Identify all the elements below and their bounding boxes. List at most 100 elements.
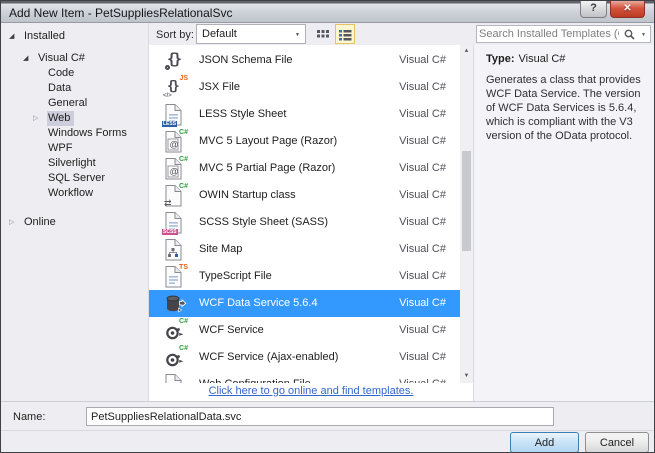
collapse-icon: ◢ <box>9 29 23 44</box>
tree-item-visual-c[interactable]: ◢Visual C# <box>1 51 148 66</box>
template-owin-startup-class[interactable]: ⇄C# OWIN Startup class Visual C# <box>149 182 460 209</box>
search-icon[interactable] <box>624 29 635 40</box>
template-json-schema-file[interactable]: {} JSON Schema File Visual C# <box>149 47 460 74</box>
expand-icon: ▷ <box>9 215 23 230</box>
tree-item-label: Online <box>23 215 60 230</box>
template-name: LESS Style Sheet <box>199 108 286 120</box>
tree-item-label: SQL Server <box>47 171 109 186</box>
tree-item-general[interactable]: General <box>1 96 148 111</box>
search-options-caret-icon[interactable]: ▼ <box>641 32 646 38</box>
scrollbar-thumb[interactable] <box>462 151 471 251</box>
template-name: WCF Service (Ajax-enabled) <box>199 351 338 363</box>
template-language: Visual C# <box>399 351 446 363</box>
sort-by-value: Default <box>202 28 237 40</box>
tree-item-label: Web <box>47 111 74 126</box>
tree-item-label: Code <box>47 66 78 81</box>
tree-item-label: Windows Forms <box>47 126 131 141</box>
sort-by-label: Sort by: <box>156 29 194 41</box>
description-pane: Type:Visual C# Generates a class that pr… <box>473 45 655 401</box>
type-value: Visual C# <box>519 53 566 65</box>
template-web-configuration-file[interactable]: Web Configuration FileVisual C# <box>149 371 460 383</box>
template-name: JSON Schema File <box>199 54 293 66</box>
list-view-button[interactable] <box>335 24 355 44</box>
template-wcf-service-ajax-enabled[interactable]: C#WCF Service (Ajax-enabled)Visual C# <box>149 344 460 371</box>
template-wcf-service[interactable]: C#WCF ServiceVisual C# <box>149 317 460 344</box>
template-language: Visual C# <box>399 189 446 201</box>
search-input[interactable] <box>479 27 619 41</box>
tree-item-label: General <box>47 96 91 111</box>
small-icons-view-button[interactable] <box>313 24 333 44</box>
template-language: Visual C# <box>399 54 446 66</box>
add-button[interactable]: Add <box>510 432 579 453</box>
scrollbar[interactable]: ▲ ▼ <box>460 45 473 383</box>
tree-item-code[interactable]: Code <box>1 66 148 81</box>
tree-item-label: Visual C# <box>37 51 89 66</box>
help-icon: ? <box>590 2 597 14</box>
tree-item-label: Data <box>47 81 75 96</box>
footer: Name: Add Cancel <box>1 401 654 452</box>
footer-divider <box>1 430 654 431</box>
window-title: Add New Item - PetSuppliesRelationalSvc <box>9 6 232 20</box>
help-button[interactable]: ? <box>580 1 607 18</box>
scroll-up-icon[interactable]: ▲ <box>460 45 473 58</box>
category-tree: ◢Installed◢Visual C#CodeDataGeneral▷WebW… <box>1 23 149 401</box>
less-icon: LESS <box>163 103 187 127</box>
tree-item-data[interactable]: Data <box>1 81 148 96</box>
tree-item-label: Silverlight <box>47 156 100 171</box>
close-button[interactable]: ✕ <box>610 1 645 18</box>
template-list-pane: {} JSON Schema File Visual C# {}JS</>JSX Fi… <box>149 45 473 401</box>
webconfig-icon <box>163 373 187 383</box>
collapse-icon: ◢ <box>23 51 37 66</box>
template-less-style-sheet[interactable]: LESS LESS Style Sheet Visual C# <box>149 101 460 128</box>
owin-icon: ⇄C# <box>163 184 187 208</box>
template-description: Generates a class that provides WCF Data… <box>486 73 646 143</box>
wcfdata-icon <box>163 292 187 316</box>
tree-item-online[interactable]: ▷Online <box>1 215 148 230</box>
tree-item-label: WPF <box>47 141 76 156</box>
chevron-down-icon: ▼ <box>295 32 300 38</box>
template-name: MVC 5 Partial Page (Razor) <box>199 162 335 174</box>
json-icon: {} <box>163 49 187 73</box>
cancel-button[interactable]: Cancel <box>585 432 649 453</box>
online-templates-link[interactable]: Click here to go online and find templat… <box>209 385 414 397</box>
template-mvc-5-layout-page-razor[interactable]: @C# MVC 5 Layout Page (Razor) Visual C# <box>149 128 460 155</box>
svg-text:@: @ <box>170 167 179 177</box>
template-wcf-data-service-5-6-4[interactable]: WCF Data Service 5.6.4 Visual C# <box>149 290 460 317</box>
template-jsx-file[interactable]: {}JS</>JSX FileVisual C# <box>149 74 460 101</box>
template-name: OWIN Startup class <box>199 189 296 201</box>
titlebar[interactable]: Add New Item - PetSuppliesRelationalSvc … <box>1 1 654 23</box>
template-site-map[interactable]: Site MapVisual C# <box>149 236 460 263</box>
template-scss-style-sheet-sass[interactable]: SCSSSCSS Style Sheet (SASS)Visual C# <box>149 209 460 236</box>
toolbar: Sort by: Default ▼ ▼ <box>149 23 654 45</box>
add-new-item-dialog: Add New Item - PetSuppliesRelationalSvc … <box>0 0 655 453</box>
template-name: MVC 5 Layout Page (Razor) <box>199 135 337 147</box>
tree-item-silverlight[interactable]: Silverlight <box>1 156 148 171</box>
tree-item-sql-server[interactable]: SQL Server <box>1 171 148 186</box>
name-label: Name: <box>13 411 45 423</box>
template-name: WCF Service <box>199 324 264 336</box>
online-link-strip: Click here to go online and find templat… <box>149 383 473 401</box>
sort-by-dropdown[interactable]: Default ▼ <box>196 24 306 44</box>
template-name: Site Map <box>199 243 242 255</box>
tree-item-web[interactable]: ▷Web <box>1 111 148 126</box>
razor-icon: @C# <box>163 130 187 154</box>
template-language: Visual C# <box>399 297 446 309</box>
template-name: TypeScript File <box>199 270 272 282</box>
template-language: Visual C# <box>399 135 446 147</box>
tree-item-windows-forms[interactable]: Windows Forms <box>1 126 148 141</box>
scss-icon: SCSS <box>163 211 187 235</box>
template-mvc-5-partial-page-razor[interactable]: @C#MVC 5 Partial Page (Razor)Visual C# <box>149 155 460 182</box>
template-language: Visual C# <box>399 108 446 120</box>
list-view-icon <box>339 29 352 41</box>
tree-item-workflow[interactable]: Workflow <box>1 186 148 201</box>
tree-item-installed[interactable]: ◢Installed <box>1 29 148 44</box>
type-line: Type:Visual C# <box>486 53 646 65</box>
template-language: Visual C# <box>399 162 446 174</box>
template-name: SCSS Style Sheet (SASS) <box>199 216 328 228</box>
close-icon: ✕ <box>623 3 631 14</box>
tree-item-wpf[interactable]: WPF <box>1 141 148 156</box>
scroll-down-icon[interactable]: ▼ <box>460 370 473 383</box>
template-typescript-file[interactable]: TSTypeScript FileVisual C# <box>149 263 460 290</box>
name-input[interactable] <box>86 407 554 426</box>
template-name: WCF Data Service 5.6.4 <box>199 297 318 309</box>
